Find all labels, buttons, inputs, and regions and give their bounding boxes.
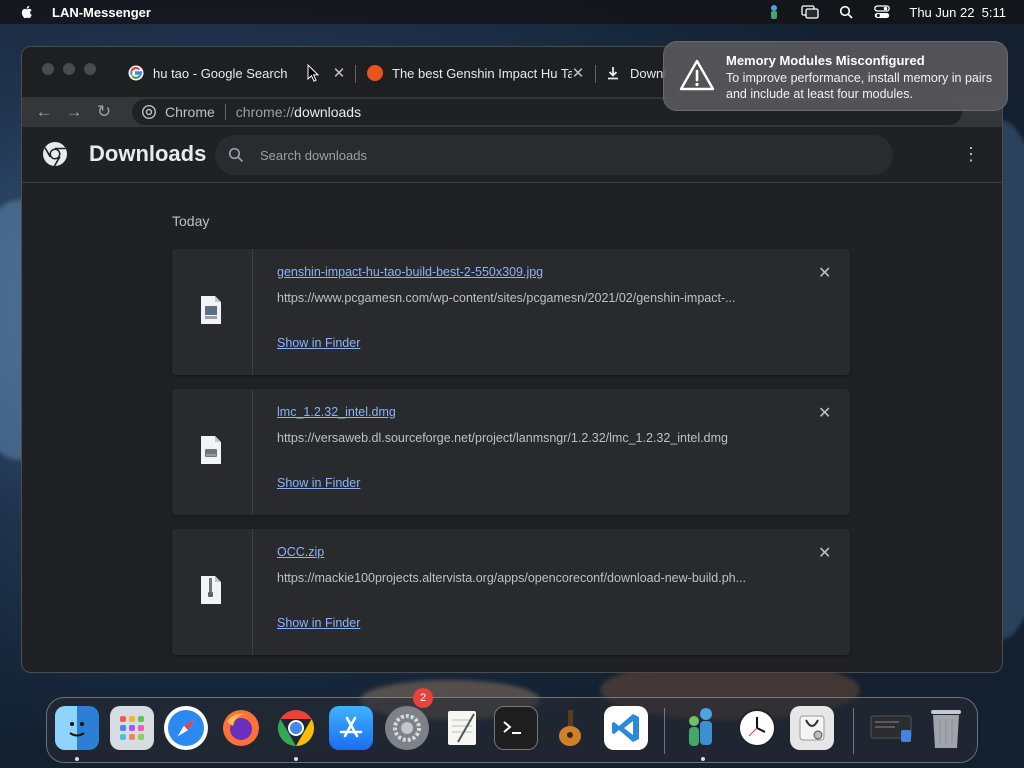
chrome-window: hu tao - Google Search ✕ The best Genshi… <box>21 46 1003 673</box>
chrome-dock-icon[interactable] <box>274 706 318 750</box>
warning-icon <box>679 59 715 91</box>
download-filename-link[interactable]: OCC.zip <box>277 545 324 559</box>
close-tab-icon[interactable]: ✕ <box>332 64 346 82</box>
system-notification[interactable]: Memory Modules Misconfigured To improve … <box>663 41 1008 111</box>
google-icon <box>128 65 144 81</box>
garageband-dock-icon[interactable] <box>549 706 593 750</box>
download-filename-link[interactable]: genshin-impact-hu-tao-build-best-2-550x3… <box>277 265 543 279</box>
system-preferences-dock-icon[interactable] <box>385 706 429 750</box>
minimize-window-button[interactable] <box>63 63 75 75</box>
terminal-dock-icon[interactable] <box>494 706 538 750</box>
trash-dock-icon[interactable] <box>924 706 968 750</box>
running-indicator <box>294 757 298 761</box>
section-heading-today: Today <box>172 213 210 229</box>
forward-button[interactable]: → <box>66 102 83 121</box>
dock-separator <box>664 708 665 754</box>
close-window-button[interactable] <box>42 63 54 75</box>
downloads-header: Downloads ⋮ <box>22 127 1002 183</box>
download-source-url[interactable]: https://mackie100projects.altervista.org… <box>277 571 777 585</box>
download-icon <box>608 67 618 80</box>
remove-download-icon[interactable]: ✕ <box>818 543 831 563</box>
show-in-finder-link[interactable]: Show in Finder <box>277 336 360 350</box>
site-chip: Chrome <box>165 104 215 120</box>
lan-messenger-dock-icon[interactable] <box>679 706 723 750</box>
dock-separator <box>853 708 854 754</box>
url-path: downloads <box>294 104 362 120</box>
menu-bar: LAN-Messenger Thu Jun 22 5:11 <box>0 0 1024 24</box>
tab-title: Downl <box>630 65 667 81</box>
card-divider <box>252 389 253 515</box>
more-options-icon[interactable]: ⋮ <box>962 145 980 163</box>
download-filename-link[interactable]: lmc_1.2.32_intel.dmg <box>277 405 396 419</box>
apple-icon[interactable] <box>19 4 35 20</box>
remove-download-icon[interactable]: ✕ <box>818 403 831 423</box>
tab-title: The best Genshin Impact Hu Tao <box>392 65 572 81</box>
finder-dock-icon[interactable] <box>55 706 99 750</box>
page-title: Downloads <box>89 141 207 166</box>
window-controls <box>42 63 96 75</box>
vscode-dock-icon[interactable] <box>604 706 648 750</box>
active-app-name[interactable]: LAN-Messenger <box>52 5 151 20</box>
zip-file-icon <box>201 576 221 604</box>
app-store-dock-icon[interactable] <box>329 706 373 750</box>
search-downloads-box[interactable] <box>215 135 893 175</box>
running-indicator <box>701 757 705 761</box>
notification-body: To improve performance, install memory i… <box>726 71 993 101</box>
tab-separator <box>595 65 596 83</box>
card-divider <box>252 529 253 655</box>
close-tab-icon[interactable]: ✕ <box>571 64 585 82</box>
screenshot-dock-icon[interactable] <box>869 706 913 750</box>
safari-dock-icon[interactable] <box>164 706 208 750</box>
card-divider <box>252 249 253 375</box>
url-scheme: chrome:// <box>235 104 295 120</box>
clock-datetime[interactable]: Thu Jun 22 5:11 <box>909 5 1006 20</box>
disk-utility-dock-icon[interactable] <box>790 706 834 750</box>
back-button[interactable]: ← <box>36 102 53 121</box>
lan-messenger-status-icon[interactable] <box>765 4 783 20</box>
dock <box>46 697 978 763</box>
download-source-url[interactable]: https://versaweb.dl.sourceforge.net/proj… <box>277 431 777 445</box>
tab-genshin-article[interactable]: The best Genshin Impact Hu Tao ✕ <box>367 59 585 87</box>
image-file-icon <box>201 296 221 324</box>
screen-mirroring-icon[interactable] <box>801 4 820 20</box>
notification-badge: 2 <box>413 688 433 708</box>
download-item: lmc_1.2.32_intel.dmg https://versaweb.dl… <box>172 389 850 515</box>
disk-image-file-icon <box>201 436 221 464</box>
launchpad-dock-icon[interactable] <box>110 706 154 750</box>
tab-title: hu tao - Google Search <box>153 65 288 81</box>
spotlight-icon[interactable] <box>837 4 855 20</box>
zoom-window-button[interactable] <box>84 63 96 75</box>
show-in-finder-link[interactable]: Show in Finder <box>277 476 360 490</box>
mouse-cursor-icon <box>307 64 319 82</box>
download-item: genshin-impact-hu-tao-build-best-2-550x3… <box>172 249 850 375</box>
download-source-url[interactable]: https://www.pcgamesn.com/wp-content/site… <box>277 291 777 305</box>
notification-title: Memory Modules Misconfigured <box>726 53 925 68</box>
control-center-icon[interactable] <box>873 4 891 20</box>
search-icon <box>228 147 244 163</box>
omnibox-separator <box>224 104 226 120</box>
download-item: OCC.zip https://mackie100projects.alterv… <box>172 529 850 655</box>
clock-dock-icon[interactable] <box>735 706 779 750</box>
search-input[interactable] <box>260 147 820 163</box>
chrome-logo-icon <box>142 105 156 119</box>
running-indicator <box>75 757 79 761</box>
tab-separator <box>355 65 356 83</box>
show-in-finder-link[interactable]: Show in Finder <box>277 616 360 630</box>
textedit-dock-icon[interactable] <box>440 706 484 750</box>
chrome-logo-icon <box>43 142 67 167</box>
pcgamesn-icon <box>367 65 383 81</box>
reload-button[interactable]: ↻ <box>96 102 112 121</box>
remove-download-icon[interactable]: ✕ <box>818 263 831 283</box>
firefox-dock-icon[interactable] <box>219 706 263 750</box>
